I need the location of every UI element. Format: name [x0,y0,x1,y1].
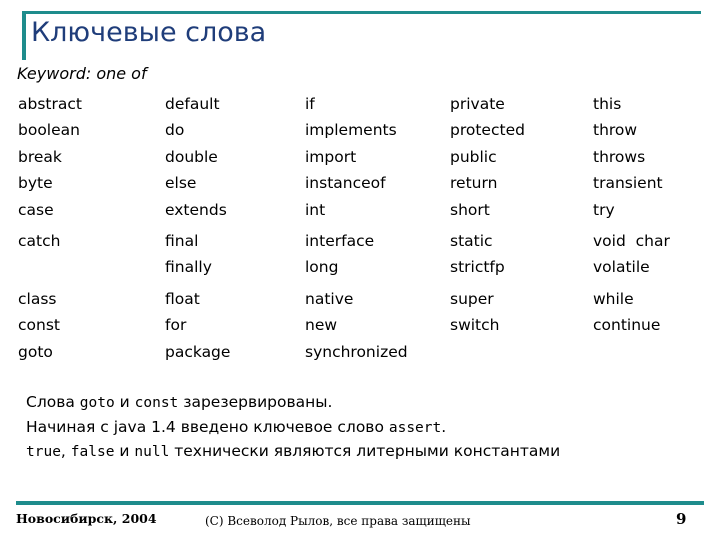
keyword-item: if [305,95,315,113]
keyword-item: double [165,147,218,166]
keyword-row: goto package synchronized [0,342,720,368]
keyword-item: strictfp [450,258,505,277]
note-text: Начиная с java 1.4 введено ключевое слов… [26,417,389,436]
keyword-row: case extends int short try [0,200,720,226]
title-top-rule [22,11,701,14]
keyword-grid: abstract default if private this boolean do imp… [0,94,720,368]
keyword-item: try [593,200,615,219]
keyword-item: const [18,316,60,335]
keyword-item: native [305,289,354,308]
slide-subtitle: Keyword: one of [17,64,147,83]
keyword-row: const for new switch continue [0,315,720,341]
code-token: false [70,444,115,460]
note-text: технически являются литерными константам… [169,442,561,460]
note-text: и [114,442,135,460]
page-title: Ключевые слова [31,17,267,48]
code-token: null [134,444,170,460]
keyword-item: implements [305,121,397,140]
code-token: goto [79,395,115,411]
code-token: const [134,395,179,411]
keyword-item: switch [450,316,500,335]
keyword-item: protected [450,121,525,140]
note-line: Начиная с java 1.4 введено ключевое слов… [26,416,706,441]
note-text: зарезервированы. [178,393,333,411]
keyword-item: goto [18,342,53,361]
keyword-item: public [450,147,497,166]
slide: Ключевые слова Keyword: one of abstract d… [0,0,720,540]
keyword-item: extends [165,200,227,219]
keyword-row: catch final interface static void char [0,231,720,257]
keyword-item: super [450,289,494,308]
keyword-item: else [165,174,197,193]
keyword-row: class float native super while [0,289,720,315]
keyword-item: abstract [18,95,82,113]
keyword-item: class [18,289,57,308]
keyword-item: throw [593,121,638,140]
keyword-item: return [450,174,498,193]
keyword-row: finally long strictfp volatile [0,257,720,283]
keyword-item: this [593,95,622,113]
note-text: Слова [26,393,80,411]
keyword-item: interface [305,231,375,250]
notes-block: Слова goto и const зарезервированы. Начин… [26,391,706,465]
title-left-accent-bar [22,11,26,60]
keyword-item: long [305,258,339,277]
keyword-item: synchronized [305,342,408,361]
keyword-item: new [305,316,338,335]
note-text: , [60,442,71,460]
note-line: Слова goto и const зарезервированы. [26,391,706,416]
keyword-item: break [18,147,62,166]
code-token: true [26,444,61,460]
keyword-item: void char [593,231,670,250]
footer-copyright: (C) Всеволод Рылов, все права защищены [205,514,471,528]
keyword-item: import [305,147,357,166]
note-text: и [114,393,135,411]
keyword-item: float [165,289,200,308]
keyword-item: while [593,289,634,308]
keyword-item: for [165,316,187,335]
note-line: true, false и null технически являются л… [26,440,706,465]
keyword-item: do [165,121,185,140]
keyword-item: package [165,342,231,361]
keyword-row: byte else instanceof return transient [0,173,720,199]
keyword-item: finally [165,258,212,277]
keyword-item: short [450,200,490,219]
keyword-item: private [450,95,505,113]
keyword-row: boolean do implements protected throw [0,120,720,146]
keyword-item: case [18,200,54,219]
keyword-item: byte [18,174,53,193]
keyword-row: abstract default if private this [0,94,720,120]
keyword-item: throws [593,147,646,166]
keyword-item: final [165,231,199,250]
keyword-item: continue [593,316,661,335]
keyword-item: catch [18,231,61,250]
keyword-item: boolean [18,121,80,140]
keyword-item: instanceof [305,174,386,193]
note-text: . [441,417,447,436]
keyword-row: break double import public throws [0,147,720,173]
keyword-item: static [450,231,493,250]
keyword-item: int [305,200,326,219]
code-token: assert [388,419,442,436]
keyword-item: volatile [593,258,650,277]
page-number: 9 [676,510,687,528]
keyword-item: default [165,95,220,113]
footer-rule [16,501,704,505]
keyword-item: transient [593,174,663,193]
footer-location-year: Новосибирск, 2004 [16,511,157,526]
